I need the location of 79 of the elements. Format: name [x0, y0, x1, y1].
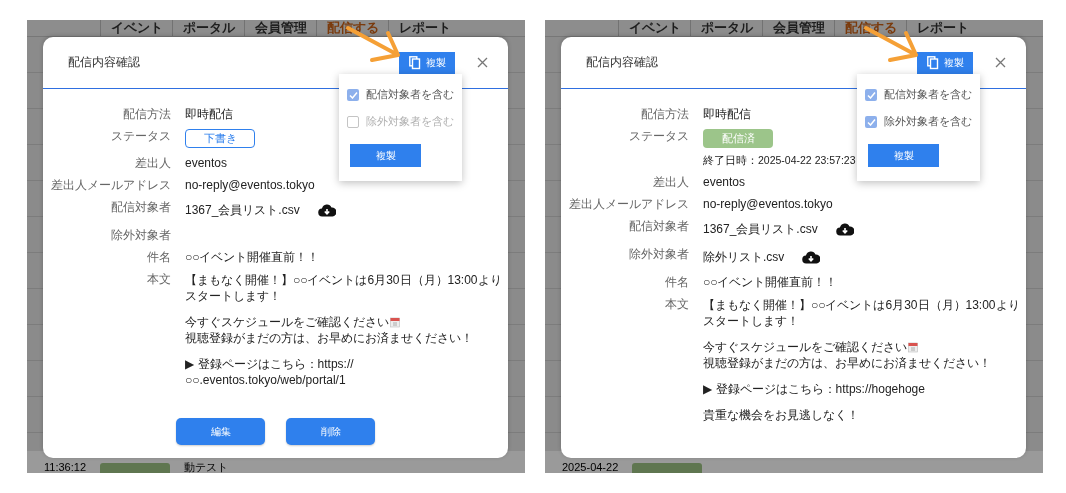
body-text: 貴重な機会をお見逃しなく！ [703, 407, 860, 423]
field-label: 件名 [147, 250, 171, 264]
cloud-download-icon[interactable] [317, 203, 336, 217]
option-label: 除外対象者を含む [366, 114, 454, 129]
field-label: 本文 [147, 272, 171, 288]
action-button[interactable]: 削除 [286, 418, 375, 445]
field-value: ○○イベント開催直前！！ [185, 250, 320, 264]
body-text: 視聴登録がまだの方は、お早めにお済ませください！ [703, 355, 992, 371]
copy-icon [926, 55, 939, 70]
body-text: 【まもなく開催！】○○イベントは6月30日（月）13:00よりスタートします！ [703, 297, 1020, 329]
status-badge: 下書き [185, 129, 255, 148]
table-cell: 2025-04-22 [562, 461, 619, 473]
field-label: 配信方法 [123, 107, 171, 121]
close-icon[interactable] [477, 57, 488, 68]
nav-tab[interactable]: レポート [906, 20, 978, 36]
field-value: no-reply@eventos.tokyo [185, 178, 315, 192]
field-value: eventos [703, 175, 746, 189]
body-text: ▶ 登録ページはこちら：https://○○.eventos.tokyo/web/portal/1 [185, 356, 355, 388]
nav-tab[interactable]: イベント [618, 20, 690, 36]
body-text: 【まもなく開催！】○○イベントは6月30日（月）13:00よりスタートします！ [185, 272, 502, 304]
field-label: ステータス [111, 129, 171, 145]
field-value: eventos [185, 156, 228, 170]
file-name: 除外リスト.csv [703, 250, 785, 264]
field-label: 件名 [665, 275, 689, 289]
field-label: 本文 [665, 297, 689, 313]
checkbox[interactable] [865, 115, 877, 128]
field-label: 差出人 [135, 156, 171, 170]
field-label: 除外対象者 [629, 247, 689, 263]
checkmark-icon [866, 90, 876, 99]
close-icon[interactable] [995, 57, 1006, 68]
nav-tab[interactable]: イベント [100, 20, 172, 36]
body-text: ▶ 登録ページはこちら：https://hogehoge [703, 381, 926, 397]
copy-button[interactable]: 複製 [917, 51, 973, 74]
body-text: 今すぐスケジュールをご確認ください [185, 314, 389, 330]
cloud-download-icon[interactable] [802, 250, 821, 264]
file-name: 1367_会員リスト.csv [185, 203, 300, 217]
field-label: 配信対象者 [629, 219, 689, 235]
dialog-title: 配信内容確認 [586, 54, 658, 71]
checkmark-icon [348, 90, 358, 99]
field-label: 配信方法 [641, 107, 689, 121]
cloud-download-icon[interactable] [835, 222, 854, 236]
checkbox[interactable] [347, 88, 359, 101]
end-time: 終了日時：2025-04-22 23:57:23 [703, 153, 856, 167]
field-value: ○○イベント開催直前！！ [703, 275, 838, 289]
checkmark-icon [866, 117, 876, 126]
field-label: 差出人メールアドレス [51, 178, 171, 192]
nav-tab[interactable]: レポート [388, 20, 460, 36]
nav-tab[interactable]: ポータル [172, 20, 244, 36]
field-label: 除外対象者 [111, 228, 171, 242]
field-value: no-reply@eventos.tokyo [703, 197, 833, 211]
nav-tab[interactable]: ポータル [690, 20, 762, 36]
field-label: 差出人 [653, 175, 689, 189]
copy-icon [408, 55, 421, 70]
copy-button[interactable]: 複製 [399, 51, 455, 74]
file-name: 1367_会員リスト.csv [703, 222, 818, 236]
body-text: 視聴登録がまだの方は、お早めにお済ませください！ [185, 330, 474, 346]
table-cell: 動テスト [184, 461, 228, 473]
option-label: 配信対象者を含む [366, 87, 454, 102]
status-badge [632, 463, 703, 473]
action-button[interactable]: 編集 [176, 418, 265, 445]
table-cell: 11:36:12 [44, 461, 86, 473]
nav-tab[interactable]: 会員管理 [762, 20, 834, 36]
field-value: 即時配信 [185, 107, 233, 121]
body-text: 今すぐスケジュールをご確認ください [703, 339, 907, 355]
copy-confirm-button[interactable]: 複製 [350, 144, 421, 167]
option-label: 配信対象者を含む [884, 87, 972, 102]
calendar-icon [908, 341, 918, 353]
option-label: 除外対象者を含む [884, 114, 972, 129]
field-label: 差出人メールアドレス [569, 197, 689, 211]
field-label: 配信対象者 [111, 200, 171, 216]
status-badge [100, 463, 170, 473]
field-value: 即時配信 [703, 107, 751, 121]
field-label: ステータス [629, 129, 689, 145]
checkbox[interactable] [865, 88, 877, 101]
copy-confirm-button[interactable]: 複製 [868, 144, 939, 167]
status-badge: 配信済 [703, 129, 773, 148]
nav-tab[interactable]: 会員管理 [244, 20, 316, 36]
calendar-icon [390, 316, 400, 328]
dialog-title: 配信内容確認 [68, 54, 140, 71]
